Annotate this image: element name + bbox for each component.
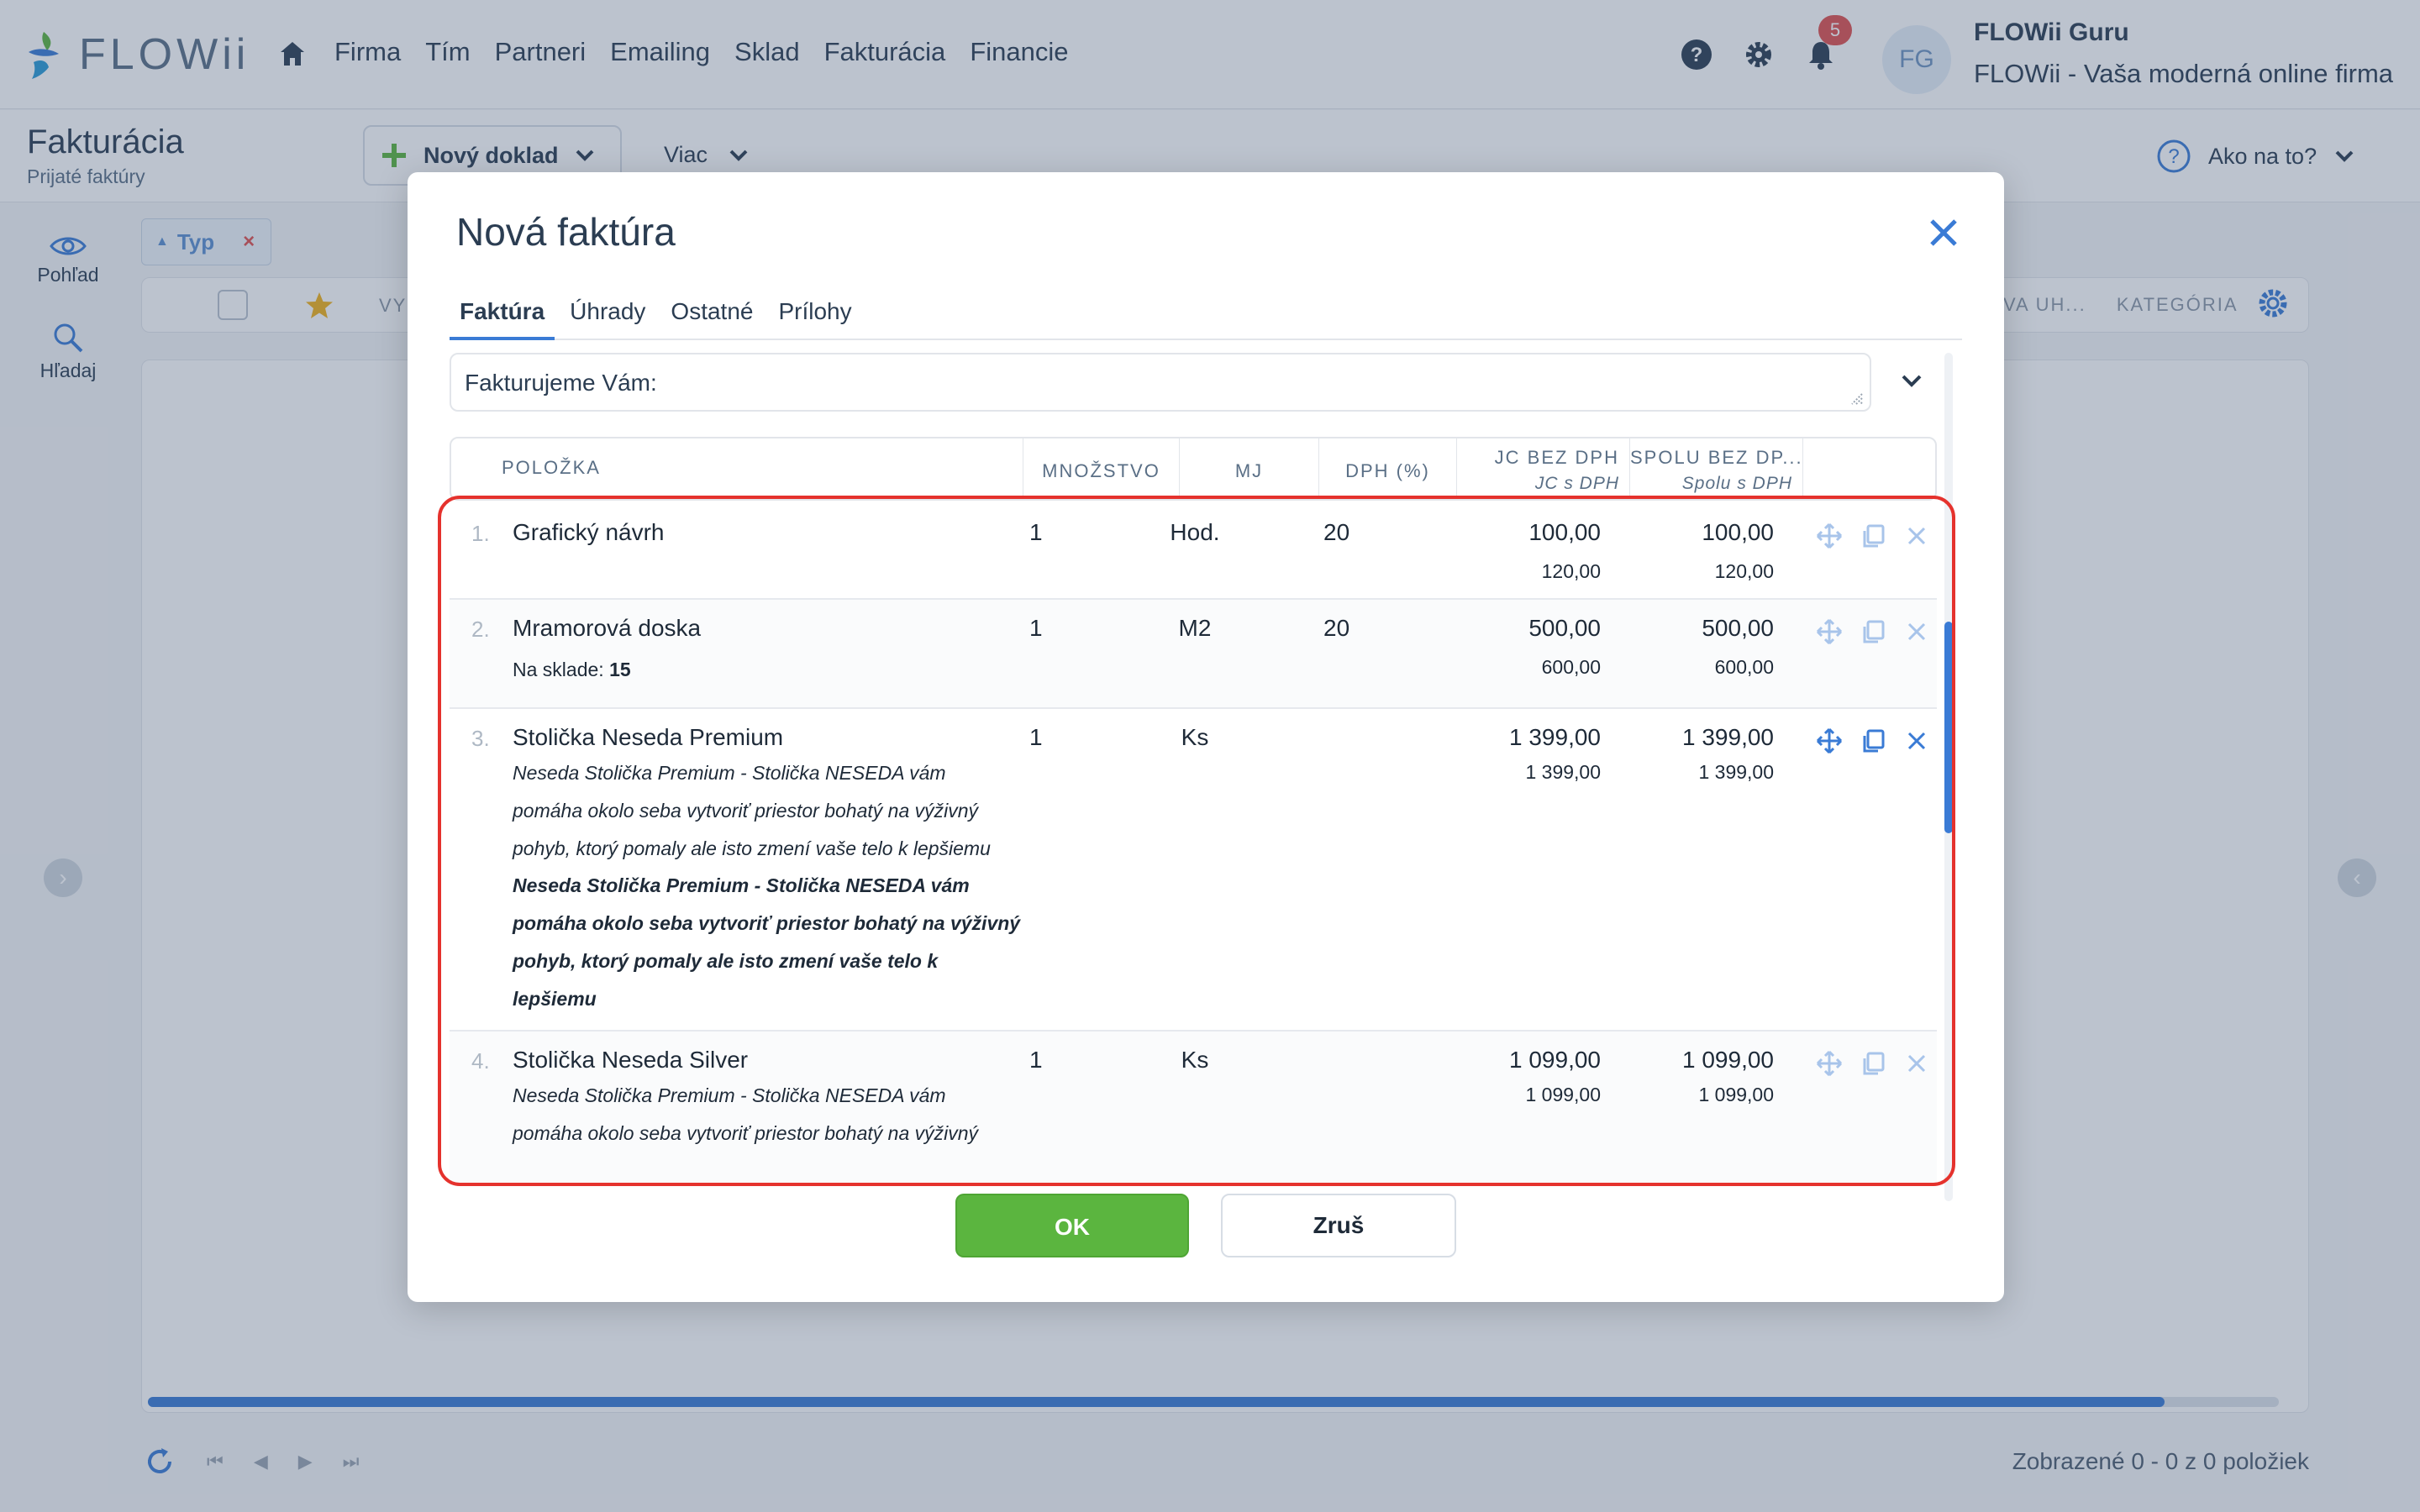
item-description-bold-line: pohyb, ktorý pomaly ale isto zmení vaše …	[513, 950, 939, 972]
item-number: 2.	[471, 617, 490, 642]
item-description-line: pomáha okolo seba vytvoriť priestor boha…	[513, 1122, 979, 1144]
item-name[interactable]: Stolička Neseda Silver	[513, 1047, 748, 1074]
item-description-bold-line: lepšiemu	[513, 988, 597, 1010]
item-number: 4.	[471, 1048, 490, 1074]
item-description-bold-line: pomáha okolo seba vytvoriť priestor boha…	[513, 912, 1021, 934]
item-total: 1 099,00	[1682, 1047, 1774, 1073]
column-header-vat: DPH (%)	[1318, 438, 1456, 501]
item-total: 500,00	[1702, 615, 1774, 641]
item-unit-price[interactable]: 1 099,00	[1466, 1047, 1601, 1074]
invoice-intro-text-field[interactable]: Fakturujeme Vám:	[450, 353, 1871, 412]
item-unit-price[interactable]: 500,00	[1466, 615, 1601, 642]
invoice-item-row[interactable]: 3. Stolička Neseda Premium Neseda Stolič…	[450, 709, 1937, 1032]
tab-ostatne[interactable]: Ostatné	[660, 281, 763, 340]
resize-handle-icon[interactable]	[1849, 391, 1863, 405]
item-quantity[interactable]: 1	[1029, 615, 1043, 642]
column-header-total-label: SPOLU BEZ DP...	[1630, 447, 1803, 468]
invoice-items-list: 1. Grafický návrh 1 Hod. 20 100,00 120,0…	[450, 504, 1937, 1315]
items-table-header: POLOŽKA MNOŽSTVO MJ DPH (%) JC BEZ DPH J…	[450, 437, 1937, 501]
delete-icon[interactable]	[1903, 522, 1930, 549]
invoice-item-row[interactable]: 1. Grafický návrh 1 Hod. 20 100,00 120,0…	[450, 504, 1937, 600]
item-name[interactable]: Stolička Neseda Premium	[513, 724, 783, 751]
item-description-line: Neseda Stolička Premium - Stolička NESED…	[513, 1084, 946, 1106]
duplicate-icon[interactable]	[1860, 522, 1886, 549]
delete-icon[interactable]	[1903, 727, 1930, 754]
item-vat[interactable]: 20	[1323, 519, 1349, 546]
duplicate-icon[interactable]	[1860, 727, 1886, 754]
item-total-vat: 1 099,00	[1698, 1084, 1774, 1105]
intro-text: Fakturujeme Vám:	[465, 370, 657, 396]
item-unit[interactable]: Hod.	[1155, 519, 1234, 546]
item-vat[interactable]: 20	[1323, 615, 1349, 642]
item-total-vat: 1 399,00	[1698, 761, 1774, 783]
column-header-total-vat: Spolu s DPH	[1681, 474, 1792, 493]
duplicate-icon[interactable]	[1860, 1050, 1886, 1077]
stock-label: Na sklade:	[513, 659, 604, 680]
item-quantity[interactable]: 1	[1029, 1047, 1043, 1074]
column-header-qty: MNOŽSTVO	[1023, 438, 1179, 501]
item-unit[interactable]: Ks	[1155, 1047, 1234, 1074]
move-icon[interactable]	[1816, 618, 1843, 645]
close-icon[interactable]	[1927, 216, 1960, 249]
item-unit[interactable]: Ks	[1155, 724, 1234, 751]
column-header-unit-price: JC BEZ DPH JC s DPH	[1456, 438, 1629, 501]
invoice-item-row[interactable]: 4. Stolička Neseda Silver Neseda Stoličk…	[450, 1032, 1937, 1183]
move-icon[interactable]	[1816, 522, 1843, 549]
items-vertical-scrollbar[interactable]	[1944, 353, 1953, 1201]
item-stock: Na sklade: 15	[513, 659, 631, 681]
item-name[interactable]: Grafický návrh	[513, 519, 665, 546]
item-number: 3.	[471, 726, 490, 751]
delete-icon[interactable]	[1903, 618, 1930, 645]
tab-uhrady[interactable]: Úhrady	[560, 281, 655, 340]
item-description-bold-line: Neseda Stolička Premium - Stolička NESED…	[513, 874, 970, 896]
new-invoice-dialog: Nová faktúra Faktúra Úhrady Ostatné Príl…	[408, 172, 2004, 1302]
delete-icon[interactable]	[1903, 1050, 1930, 1077]
tab-prilohy[interactable]: Prílohy	[768, 281, 861, 340]
expand-chevron-icon[interactable]	[1898, 367, 1925, 394]
move-icon[interactable]	[1816, 1050, 1843, 1077]
item-total: 100,00	[1702, 519, 1774, 545]
item-number: 1.	[471, 521, 490, 546]
item-quantity[interactable]: 1	[1029, 519, 1043, 546]
item-description-line: Neseda Stolička Premium - Stolička NESED…	[513, 762, 946, 784]
tab-faktura[interactable]: Faktúra	[450, 281, 555, 340]
item-unit-price[interactable]: 1 399,00	[1466, 724, 1601, 751]
item-unit-price-vat: 1 399,00	[1525, 761, 1601, 783]
item-unit-price[interactable]: 100,00	[1466, 519, 1601, 546]
cancel-button[interactable]: Zruš	[1221, 1194, 1456, 1257]
item-unit-price-vat: 120,00	[1541, 560, 1601, 582]
item-total: 1 399,00	[1682, 724, 1774, 750]
stock-value: 15	[609, 659, 631, 680]
dialog-title: Nová faktúra	[456, 210, 676, 254]
column-header-unit-price-label: JC BEZ DPH	[1494, 447, 1619, 468]
duplicate-icon[interactable]	[1860, 618, 1886, 645]
invoice-item-row[interactable]: 2. Mramorová doska Na sklade: 15 1 M2 20…	[450, 600, 1937, 709]
column-header-unit-price-vat: JC s DPH	[1534, 474, 1619, 493]
column-header-item: POLOŽKA	[502, 457, 601, 478]
item-total-vat: 600,00	[1714, 656, 1774, 678]
ok-button[interactable]: OK	[955, 1194, 1189, 1257]
item-description-line: pomáha okolo seba vytvoriť priestor boha…	[513, 800, 979, 822]
item-unit-price-vat: 1 099,00	[1525, 1084, 1601, 1105]
item-quantity[interactable]: 1	[1029, 724, 1043, 751]
item-unit-price-vat: 600,00	[1541, 656, 1601, 678]
column-header-unit: MJ	[1179, 438, 1318, 501]
item-unit[interactable]: M2	[1155, 615, 1234, 642]
item-description-line: pohyb, ktorý pomaly ale isto zmení vaše …	[513, 837, 991, 859]
move-icon[interactable]	[1816, 727, 1843, 754]
item-name[interactable]: Mramorová doska	[513, 615, 701, 642]
item-total-vat: 120,00	[1714, 560, 1774, 582]
dialog-tabs: Faktúra Úhrady Ostatné Prílohy	[450, 281, 1962, 340]
column-header-total: SPOLU BEZ DP... Spolu s DPH	[1629, 438, 1802, 501]
column-header-actions	[1802, 438, 1937, 501]
